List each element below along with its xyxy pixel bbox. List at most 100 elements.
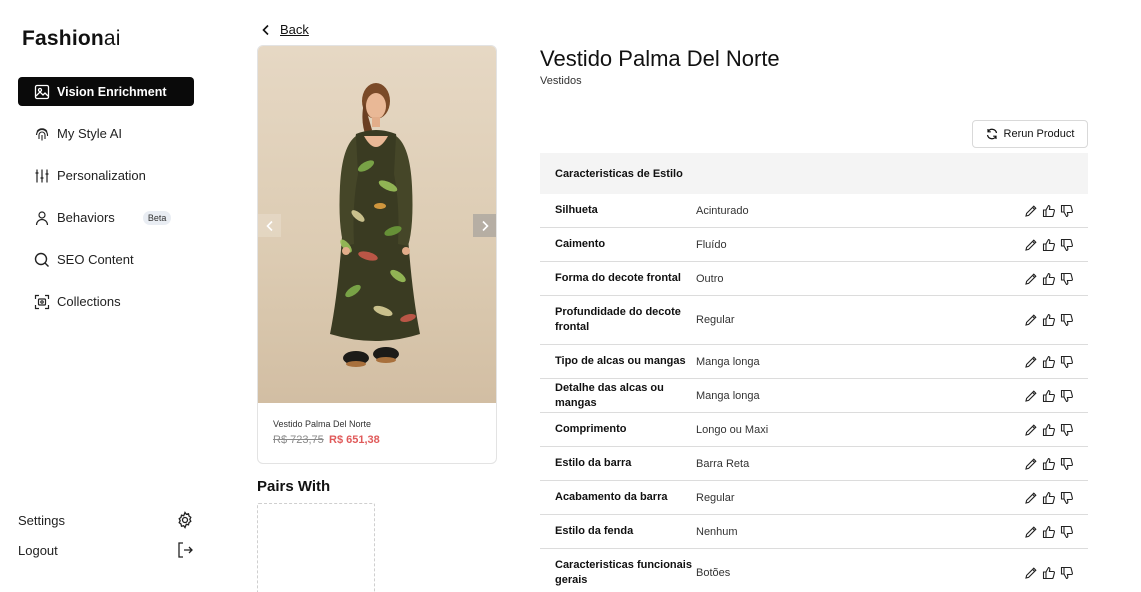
row-actions [1024, 238, 1074, 252]
table-header: Caracteristicas de Estilo [540, 153, 1088, 194]
thumbs-up-icon[interactable] [1042, 272, 1056, 286]
thumbs-up-icon[interactable] [1042, 525, 1056, 539]
carousel-next-button[interactable] [473, 214, 496, 237]
thumbs-down-icon[interactable] [1060, 204, 1074, 218]
sidebar-item-seo-content[interactable]: SEO Content [18, 245, 194, 274]
attribute-name: Acabamento da barra [555, 491, 668, 503]
table-row: Estilo da barra Barra Reta [540, 447, 1088, 481]
attribute-name: Caimento [555, 238, 606, 250]
row-actions [1024, 389, 1074, 403]
attribute-name: Tipo de alcas ou mangas [555, 355, 686, 367]
table-row: Estilo da fenda Nenhum [540, 515, 1088, 549]
settings-link[interactable]: Settings [18, 511, 194, 529]
product-category: Vestidos [540, 75, 582, 87]
sliders-icon [34, 168, 50, 184]
table-row: Profundidade do decote frontal Regular [540, 296, 1088, 345]
user-icon [34, 210, 50, 226]
attribute-name: Profundidade do decote frontal [555, 306, 681, 333]
sidebar: Fashionai Vision Enrichment My Style AI … [0, 0, 212, 592]
thumbs-down-icon[interactable] [1060, 525, 1074, 539]
sidebar-item-behaviors[interactable]: Behaviors Beta [18, 203, 194, 232]
pencil-icon[interactable] [1024, 204, 1038, 218]
table-row: Acabamento da barra Regular [540, 481, 1088, 515]
row-actions [1024, 204, 1074, 218]
thumbs-down-icon[interactable] [1060, 491, 1074, 505]
chevron-left-icon [265, 220, 273, 231]
pairs-with-title: Pairs With [257, 478, 331, 495]
product-card-name: Vestido Palma Del Norte [273, 419, 372, 429]
thumbs-up-icon[interactable] [1042, 423, 1056, 437]
thumbs-up-icon[interactable] [1042, 389, 1056, 403]
attribute-name: Silhueta [555, 204, 598, 216]
thumbs-down-icon[interactable] [1060, 566, 1074, 580]
thumbs-up-icon[interactable] [1042, 566, 1056, 580]
page-title: Vestido Palma Del Norte [540, 46, 780, 71]
logout-label: Logout [18, 542, 58, 558]
table-row: Tipo de alcas ou mangas Manga longa [540, 345, 1088, 379]
pencil-icon[interactable] [1024, 457, 1038, 471]
table-row: Comprimento Longo ou Maxi [540, 413, 1088, 447]
thumbs-down-icon[interactable] [1060, 423, 1074, 437]
attribute-name: Forma do decote frontal [555, 272, 681, 284]
chevron-left-icon [262, 24, 269, 35]
brand-logo[interactable]: Fashionai [22, 27, 121, 51]
thumbs-up-icon[interactable] [1042, 491, 1056, 505]
sidebar-item-label: Collections [57, 294, 121, 309]
fingerprint-icon [34, 126, 50, 142]
product-card: Vestido Palma Del Norte R$ 723,75 R$ 651… [257, 45, 497, 464]
pairs-with-placeholder[interactable] [257, 503, 375, 592]
pencil-icon[interactable] [1024, 491, 1038, 505]
attribute-name: Estilo da fenda [555, 525, 634, 537]
thumbs-up-icon[interactable] [1042, 204, 1056, 218]
attribute-name: Comprimento [555, 423, 627, 435]
pencil-icon[interactable] [1024, 355, 1038, 369]
carousel-prev-button[interactable] [258, 214, 281, 237]
row-actions [1024, 491, 1074, 505]
thumbs-up-icon[interactable] [1042, 238, 1056, 252]
thumbs-up-icon[interactable] [1042, 457, 1056, 471]
pencil-icon[interactable] [1024, 389, 1038, 403]
table-row: Silhueta Acinturado [540, 194, 1088, 228]
refresh-icon [986, 128, 997, 140]
model-illustration [330, 83, 420, 367]
thumbs-down-icon[interactable] [1060, 313, 1074, 327]
thumbs-down-icon[interactable] [1060, 355, 1074, 369]
table-row: Detalhe das alcas ou mangas Manga longa [540, 379, 1088, 413]
sale-price: R$ 651,38 [329, 434, 380, 446]
scan-icon [34, 294, 50, 310]
beta-badge: Beta [142, 210, 172, 225]
sidebar-nav: Vision Enrichment My Style AI Personaliz… [18, 77, 194, 329]
table-row: Caracteristicas funcionais gerais Botões [540, 549, 1088, 592]
logout-link[interactable]: Logout [18, 541, 194, 559]
pencil-icon[interactable] [1024, 313, 1038, 327]
pencil-icon[interactable] [1024, 238, 1038, 252]
rerun-product-button[interactable]: Rerun Product [972, 120, 1088, 148]
thumbs-down-icon[interactable] [1060, 238, 1074, 252]
logout-icon [178, 542, 193, 558]
thumbs-down-icon[interactable] [1060, 457, 1074, 471]
thumbs-up-icon[interactable] [1042, 313, 1056, 327]
thumbs-down-icon[interactable] [1060, 389, 1074, 403]
sidebar-item-vision-enrichment[interactable]: Vision Enrichment [18, 77, 194, 106]
gear-icon [178, 511, 192, 529]
thumbs-up-icon[interactable] [1042, 355, 1056, 369]
pencil-icon[interactable] [1024, 566, 1038, 580]
sidebar-item-label: SEO Content [57, 252, 134, 267]
sidebar-item-label: My Style AI [57, 126, 123, 141]
style-attributes-table: Caracteristicas de Estilo Silhueta Acintu… [540, 153, 1088, 592]
sidebar-item-personalization[interactable]: Personalization [18, 161, 194, 190]
sidebar-item-label: Behaviors [57, 210, 115, 225]
pencil-icon[interactable] [1024, 272, 1038, 286]
settings-label: Settings [18, 512, 65, 528]
attribute-name: Estilo da barra [555, 457, 632, 469]
back-link[interactable]: Back [260, 22, 309, 37]
row-actions [1024, 423, 1074, 437]
thumbs-down-icon[interactable] [1060, 272, 1074, 286]
sidebar-item-label: Personalization [57, 168, 146, 183]
chevron-right-icon [481, 220, 489, 231]
pencil-icon[interactable] [1024, 525, 1038, 539]
row-actions [1024, 457, 1074, 471]
sidebar-item-my-style-ai[interactable]: My Style AI [18, 119, 194, 148]
pencil-icon[interactable] [1024, 423, 1038, 437]
sidebar-item-collections[interactable]: Collections [18, 287, 194, 316]
